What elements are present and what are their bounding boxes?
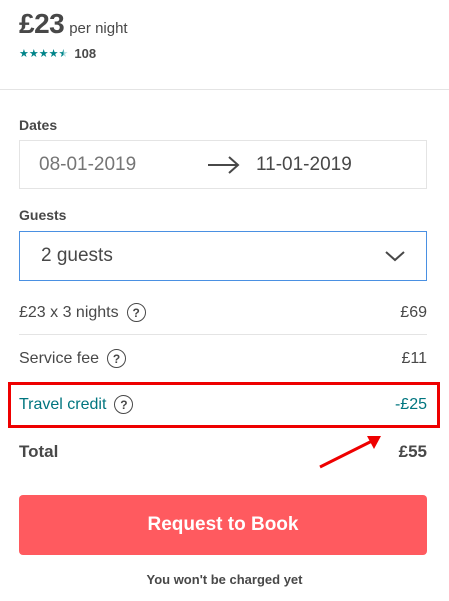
check-in-date[interactable]: 08-01-2019 xyxy=(39,154,136,176)
star-icon: ★ xyxy=(28,47,39,60)
review-count[interactable]: 108 xyxy=(74,46,96,61)
star-icon: ★ xyxy=(19,47,29,60)
total-amount: £55 xyxy=(398,442,427,461)
check-out-date[interactable]: 11-01-2019 xyxy=(256,154,352,176)
divider xyxy=(0,89,449,90)
help-icon[interactable]: ? xyxy=(107,349,127,368)
rating-row[interactable]: ★ ★ ★ ★ ★ 108 xyxy=(19,46,96,61)
chevron-down-icon xyxy=(384,247,406,270)
service-fee-line-item: Service fee ? £11 xyxy=(19,349,427,368)
service-fee-label: Service fee xyxy=(19,349,100,367)
divider xyxy=(19,334,427,335)
help-icon[interactable]: ? xyxy=(126,303,146,322)
nights-line-item: £23 x 3 nights ? £69 xyxy=(19,303,427,322)
nightly-price: £23 xyxy=(19,8,65,39)
total-row: Total £55 xyxy=(19,442,427,462)
half-star-icon: ★ xyxy=(58,47,69,60)
star-icon: ★ xyxy=(48,47,59,60)
service-fee-amount: £11 xyxy=(401,349,427,367)
star-icon: ★ xyxy=(38,47,49,60)
price-header: £23 per night xyxy=(19,8,128,40)
request-to-book-button[interactable]: Request to Book xyxy=(19,495,427,555)
star-rating: ★ ★ ★ ★ ★ xyxy=(19,48,68,60)
nights-label: £23 x 3 nights xyxy=(19,303,119,321)
dates-picker[interactable]: 08-01-2019 11-01-2019 xyxy=(19,140,427,189)
highlight-annotation-box xyxy=(8,382,440,428)
total-label: Total xyxy=(19,442,59,461)
nights-amount: £69 xyxy=(400,303,427,321)
per-night-label: per night xyxy=(69,20,128,37)
dates-label: Dates xyxy=(19,117,58,133)
guests-select[interactable]: 2 guests xyxy=(19,231,427,281)
guests-label: Guests xyxy=(19,207,67,223)
no-charge-note: You won't be charged yet xyxy=(146,572,303,587)
guests-value: 2 guests xyxy=(41,245,113,266)
arrow-right-icon xyxy=(207,154,241,181)
